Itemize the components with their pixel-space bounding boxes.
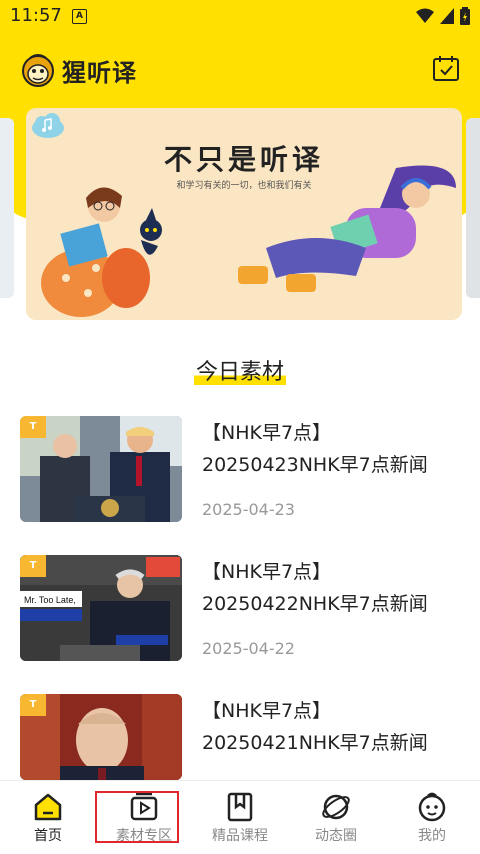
news-thumbnail: T: [20, 694, 182, 780]
news-title-line1: 【NHK早7点】: [202, 422, 332, 444]
news-thumbnail: Mr. Too Late, T: [20, 555, 182, 661]
woman-headphones-illustration: [238, 165, 456, 292]
nav-profile[interactable]: 我的: [384, 787, 480, 849]
bottom-nav: 首页 素材专区 精品课程 动态圈 我的: [0, 780, 480, 854]
signal-icon: [440, 8, 454, 24]
nav-home[interactable]: 首页: [0, 787, 96, 849]
thumb-caption: Mr. Too Late,: [24, 595, 76, 605]
planet-icon: [322, 794, 350, 820]
news-date: 2025-04-23: [202, 500, 295, 519]
banner[interactable]: 不只是听译 和学习有关的一切，也和我们有关: [26, 108, 462, 320]
news-title-line2: 20250423NHK早7点新闻: [202, 454, 428, 476]
nav-label-home: 首页: [34, 828, 62, 844]
girl-reading-illustration: [41, 187, 162, 317]
notification-badge: A: [72, 9, 87, 24]
source-badge-icon: T: [20, 694, 46, 716]
status-bar: 11:57 A: [0, 0, 480, 34]
calendar-icon[interactable]: [432, 54, 460, 82]
nav-label-courses: 精品课程: [212, 828, 268, 844]
selection-highlight: [95, 791, 179, 843]
face-icon: [418, 792, 446, 822]
list-item[interactable]: T 【NHK早7点】 20250423NHK早7点新闻 2025-04-23: [20, 416, 460, 524]
source-badge-icon: T: [20, 555, 46, 577]
news-title-line1: 【NHK早7点】: [202, 700, 332, 722]
app-logo[interactable]: 猩听译: [20, 52, 137, 88]
wifi-icon: [416, 8, 434, 23]
nav-label-profile: 我的: [418, 828, 446, 844]
battery-icon: [460, 7, 470, 25]
section-title: 今日素材: [0, 354, 480, 386]
carousel-next-card[interactable]: [466, 118, 480, 298]
status-icons: [416, 7, 470, 25]
section-title-text: 今日素材: [193, 360, 286, 385]
status-time: 11:57: [10, 5, 62, 26]
source-badge-icon: T: [20, 416, 46, 438]
news-title-line2: 20250422NHK早7点新闻: [202, 593, 428, 615]
nav-courses[interactable]: 精品课程: [192, 787, 288, 849]
bookmark-icon: [227, 792, 253, 822]
monkey-logo-icon: [22, 54, 54, 87]
nav-moments[interactable]: 动态圈: [288, 787, 384, 849]
news-title-line1: 【NHK早7点】: [202, 561, 332, 583]
nav-label-moments: 动态圈: [315, 828, 357, 844]
news-date: 2025-04-22: [202, 639, 295, 658]
news-title-line2: 20250421NHK早7点新闻: [202, 732, 428, 754]
music-cloud-icon: [32, 113, 64, 138]
carousel-prev-card[interactable]: [0, 118, 14, 298]
app-header: 猩听译: [0, 34, 480, 110]
list-item[interactable]: Mr. Too Late, T 【NHK早7点】 20250422NHK早7点新…: [20, 555, 460, 663]
news-thumbnail: T: [20, 416, 182, 522]
app-name: 猩听译: [62, 58, 137, 87]
home-icon: [34, 793, 62, 821]
